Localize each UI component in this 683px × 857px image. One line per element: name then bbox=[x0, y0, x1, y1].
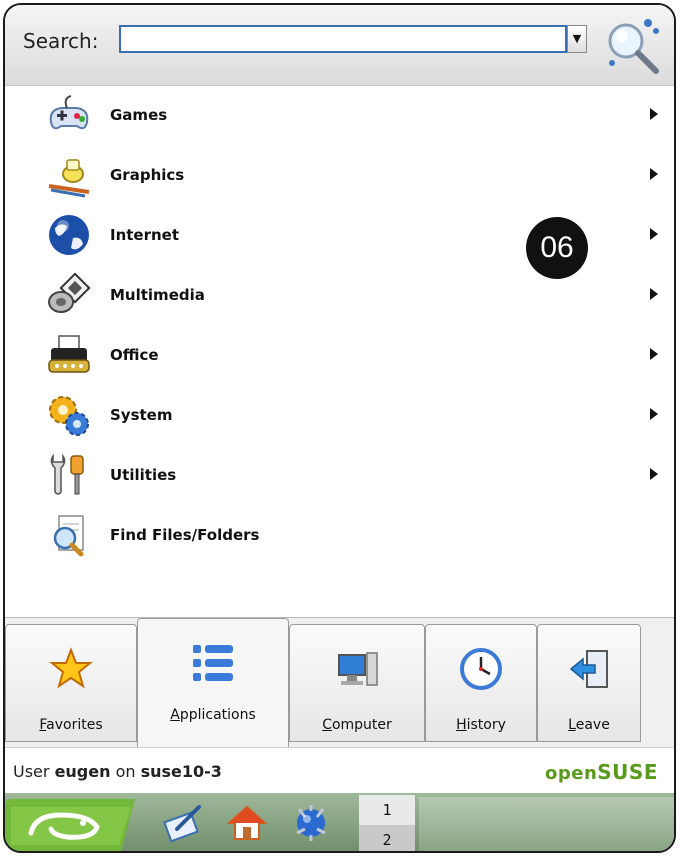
menu-item-office[interactable]: Office bbox=[5, 325, 674, 385]
search-label: Search: bbox=[23, 29, 99, 53]
menu-item-find-files[interactable]: Find Files/Folders bbox=[5, 505, 674, 565]
menu-item-games[interactable]: Games bbox=[5, 85, 674, 145]
opensuse-logo: openSUSE bbox=[545, 760, 658, 784]
write-desktop-icon[interactable] bbox=[163, 803, 203, 843]
tab-label: History bbox=[456, 717, 506, 733]
step-number-badge: 06 bbox=[526, 217, 588, 279]
submenu-arrow-icon bbox=[650, 168, 658, 180]
paint-icon bbox=[48, 159, 90, 198]
menu-item-utilities[interactable]: Utilities bbox=[5, 445, 674, 505]
desktop-2-button[interactable]: 2 bbox=[359, 825, 415, 851]
application-category-list: Games Graphics Internet Multimedia Offic… bbox=[5, 85, 674, 615]
hostname: suse10-3 bbox=[140, 762, 222, 781]
menu-item-label: Utilities bbox=[110, 466, 177, 484]
search-bar: Search: ▼ bbox=[5, 5, 674, 86]
kickoff-menu: Search: ▼ Games Graphics Internet Multim… bbox=[3, 3, 676, 853]
gears-icon bbox=[49, 396, 89, 436]
globe-icon bbox=[49, 215, 89, 255]
taskbar-task-area bbox=[419, 797, 674, 851]
submenu-arrow-icon bbox=[650, 468, 658, 480]
tools-icon bbox=[50, 453, 84, 495]
username: eugen bbox=[54, 762, 111, 781]
desktop-pager: 1 2 bbox=[359, 793, 415, 851]
menu-item-system[interactable]: System bbox=[5, 385, 674, 445]
list-icon bbox=[193, 645, 233, 681]
tab-applications[interactable]: Applications bbox=[137, 618, 289, 748]
typewriter-icon bbox=[48, 335, 90, 373]
star-icon bbox=[49, 647, 93, 689]
submenu-arrow-icon bbox=[650, 228, 658, 240]
menu-item-label: Internet bbox=[110, 226, 180, 244]
tab-label: Favorites bbox=[39, 717, 103, 733]
tab-favorites[interactable]: Favorites bbox=[5, 624, 137, 742]
kickoff-launcher-button[interactable] bbox=[5, 799, 145, 851]
submenu-arrow-icon bbox=[650, 108, 658, 120]
submenu-arrow-icon bbox=[650, 408, 658, 420]
menu-item-label: Multimedia bbox=[110, 286, 205, 304]
tab-label: Applications bbox=[170, 707, 256, 723]
clock-icon bbox=[460, 648, 502, 690]
tab-computer[interactable]: Computer bbox=[289, 624, 425, 742]
find-files-icon bbox=[53, 515, 84, 557]
menu-item-label: Graphics bbox=[110, 166, 185, 184]
submenu-arrow-icon bbox=[650, 288, 658, 300]
menu-item-label: Find Files/Folders bbox=[110, 526, 260, 544]
gamepad-icon bbox=[49, 95, 89, 130]
home-folder-icon[interactable] bbox=[227, 803, 267, 843]
search-history-dropdown[interactable]: ▼ bbox=[567, 25, 587, 53]
menu-item-label: Office bbox=[110, 346, 159, 364]
tab-label: Computer bbox=[322, 717, 392, 733]
konqueror-browser-icon[interactable] bbox=[291, 803, 331, 843]
tab-history[interactable]: History bbox=[425, 624, 537, 742]
search-input[interactable] bbox=[119, 25, 567, 53]
menu-item-label: Games bbox=[110, 106, 168, 124]
speaker-icon bbox=[48, 272, 91, 313]
user-host-text: User eugen on suse10-3 bbox=[13, 762, 222, 781]
tab-leave[interactable]: Leave bbox=[537, 624, 641, 742]
kickoff-tab-bar: Favorites Applications Computer History … bbox=[5, 617, 674, 748]
menu-item-graphics[interactable]: Graphics bbox=[5, 145, 674, 205]
menu-item-label: System bbox=[110, 406, 173, 424]
submenu-arrow-icon bbox=[650, 348, 658, 360]
taskbar: 1 2 bbox=[5, 793, 674, 851]
computer-icon bbox=[338, 652, 378, 686]
tab-label: Leave bbox=[568, 717, 610, 733]
desktop-1-button[interactable]: 1 bbox=[359, 795, 415, 825]
exit-icon bbox=[569, 650, 608, 688]
search-icon[interactable] bbox=[600, 13, 664, 77]
status-bar: User eugen on suse10-3 openSUSE bbox=[5, 747, 674, 794]
